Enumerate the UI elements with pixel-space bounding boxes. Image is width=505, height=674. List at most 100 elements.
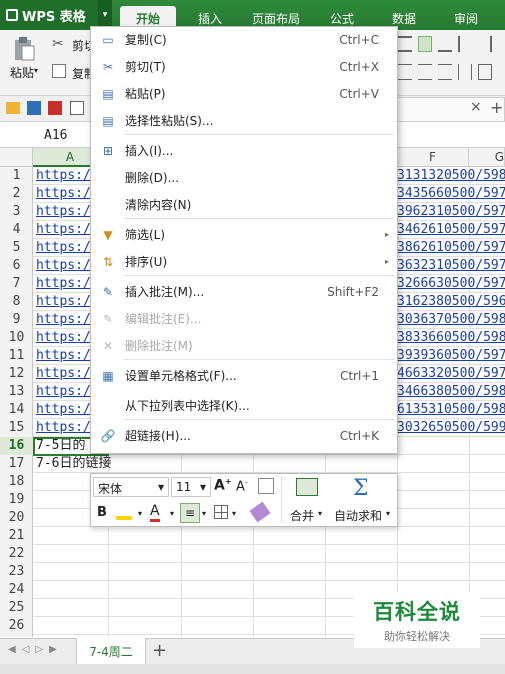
column-header-g[interactable]: G xyxy=(469,148,505,167)
menu-item[interactable]: ▤ 粘贴(P) Ctrl+V xyxy=(91,80,397,107)
font-name-select[interactable]: 宋体 ▾ xyxy=(93,477,169,497)
align-top-icon[interactable] xyxy=(398,36,412,52)
menu-item[interactable]: ⇅ 排序(U) ▸ xyxy=(91,248,397,275)
indent-decrease-icon[interactable] xyxy=(458,36,472,52)
select-all-corner[interactable] xyxy=(0,148,33,167)
distribute-icon[interactable] xyxy=(458,64,472,80)
cell-f[interactable]: 3032650500/599 xyxy=(397,419,505,437)
menu-item[interactable]: ▦ 设置单元格格式(F)... Ctrl+1 xyxy=(91,362,397,389)
row-header[interactable]: 6 xyxy=(0,257,33,275)
add-sheet-icon[interactable]: + xyxy=(152,640,167,661)
align-bottom-icon[interactable] xyxy=(438,36,452,52)
autosum-button[interactable]: 自动求和 xyxy=(334,507,382,524)
cell-a[interactable]: https:/ xyxy=(36,311,91,329)
print-icon[interactable] xyxy=(70,101,84,115)
cell-a[interactable]: https:/ xyxy=(36,383,91,401)
cell-f[interactable]: 3632310500/597 xyxy=(397,257,505,275)
sheet-tab[interactable]: 7-4周二 xyxy=(76,638,146,664)
row-header[interactable]: 1 xyxy=(0,167,33,185)
merge-button[interactable]: 合并 xyxy=(290,507,314,524)
chevron-down-icon[interactable]: ▾ xyxy=(318,509,322,518)
chevron-down-icon[interactable]: ▾ xyxy=(386,509,390,518)
row-header[interactable]: 23 xyxy=(0,563,33,581)
cell-f[interactable]: 3962310500/597 xyxy=(397,203,505,221)
row-header[interactable]: 8 xyxy=(0,293,33,311)
wrap-text-icon[interactable] xyxy=(478,64,492,80)
row-header[interactable]: 12 xyxy=(0,365,33,383)
cell-f[interactable]: 3466380500/598 xyxy=(397,383,505,401)
cell-a[interactable]: https:/ xyxy=(36,203,91,221)
column-header-f[interactable]: F xyxy=(397,148,469,167)
cell-a[interactable]: https:/ xyxy=(36,329,91,347)
cell-a[interactable]: https:/ xyxy=(36,419,91,437)
cell-a[interactable]: https:/ xyxy=(36,221,91,239)
font-size-select[interactable]: 11 ▾ xyxy=(171,477,211,497)
cell-a[interactable]: https:/ xyxy=(36,167,91,185)
row-header[interactable]: 5 xyxy=(0,239,33,257)
align-middle-icon[interactable] xyxy=(418,36,432,52)
row-header[interactable]: 2 xyxy=(0,185,33,203)
row-header[interactable]: 7 xyxy=(0,275,33,293)
document-tab[interactable] xyxy=(390,97,505,121)
align-center-icon[interactable]: ≡ xyxy=(180,503,200,523)
cell-f[interactable]: 3862610500/597 xyxy=(397,239,505,257)
row-header[interactable]: 16 xyxy=(0,437,33,455)
menu-item[interactable]: ▭ 复制(C) Ctrl+C xyxy=(91,26,397,53)
row-header[interactable]: 10 xyxy=(0,329,33,347)
cell-a[interactable]: https:/ xyxy=(36,275,91,293)
align-center-icon[interactable] xyxy=(418,64,432,80)
row-header[interactable]: 15 xyxy=(0,419,33,437)
plus-icon[interactable]: + xyxy=(490,98,503,117)
align-left-icon[interactable] xyxy=(398,64,412,80)
cell-f[interactable]: 3462610500/597 xyxy=(397,221,505,239)
menu-item[interactable]: 从下拉列表中选择(K)... xyxy=(91,392,397,419)
row-header[interactable]: 19 xyxy=(0,491,33,509)
row-header[interactable]: 4 xyxy=(0,221,33,239)
row-header[interactable]: 26 xyxy=(0,617,33,635)
cell-a[interactable]: https:/ xyxy=(36,293,91,311)
cell-f[interactable]: 6135310500/598 xyxy=(397,401,505,419)
menu-item[interactable]: ▤ 选择性粘贴(S)... xyxy=(91,107,397,134)
paste-icon[interactable] xyxy=(12,36,36,62)
save-icon[interactable] xyxy=(27,101,41,115)
row-header[interactable]: 17 xyxy=(0,455,33,473)
cell-a[interactable]: https:/ xyxy=(36,401,91,419)
menu-item[interactable]: 🔗 超链接(H)... Ctrl+K xyxy=(91,422,397,449)
chevron-down-icon[interactable]: ▾ xyxy=(170,509,174,518)
font-color-icon[interactable]: A xyxy=(150,503,160,522)
paste-button[interactable]: 粘贴 xyxy=(10,64,34,81)
copy-icon[interactable] xyxy=(52,64,66,78)
menu-item[interactable]: 清除内容(N) xyxy=(91,191,397,218)
merge-icon[interactable] xyxy=(296,478,318,496)
fill-color-icon[interactable] xyxy=(116,504,132,520)
menu-item[interactable]: ⊞ 插入(I)... xyxy=(91,137,397,164)
align-right-icon[interactable] xyxy=(438,64,452,80)
cell-a[interactable]: https:/ xyxy=(36,185,91,203)
row-header[interactable]: 14 xyxy=(0,401,33,419)
tab-review[interactable]: 审阅 xyxy=(438,6,494,30)
font-grow-icon[interactable]: A+ xyxy=(214,477,232,494)
cell-f[interactable]: 3266630500/597 xyxy=(397,275,505,293)
sheet-nav-icons[interactable]: ◀◁▷▶ xyxy=(8,644,63,655)
cell-a[interactable]: https:/ xyxy=(36,365,91,383)
chevron-down-icon[interactable]: ▾ xyxy=(202,509,206,518)
chevron-down-icon[interactable]: ▾ xyxy=(232,509,236,518)
scissors-icon[interactable]: ✂ xyxy=(52,36,64,52)
chevron-down-icon[interactable]: ▾ xyxy=(138,509,142,518)
cell-f[interactable]: 3162380500/596 xyxy=(397,293,505,311)
cell-a[interactable]: https:/ xyxy=(36,257,91,275)
row-header[interactable]: 24 xyxy=(0,581,33,599)
menu-item[interactable]: ▼ 筛选(L) ▸ xyxy=(91,221,397,248)
open-folder-icon[interactable] xyxy=(6,102,20,114)
row-header[interactable]: 22 xyxy=(0,545,33,563)
cell-f[interactable]: 3036370500/598 xyxy=(397,311,505,329)
cell-f[interactable]: 4663320500/597 xyxy=(397,365,505,383)
row-header[interactable]: 11 xyxy=(0,347,33,365)
cell-f[interactable]: 3131320500/598 xyxy=(397,167,505,185)
bold-icon[interactable]: B xyxy=(97,505,107,520)
font-shrink-icon[interactable]: A- xyxy=(236,478,248,494)
format-painter-box-icon[interactable] xyxy=(258,478,274,494)
name-box[interactable]: A16 xyxy=(0,124,90,148)
chevron-down-icon[interactable]: ▾ xyxy=(34,66,38,75)
borders-icon[interactable] xyxy=(214,505,228,519)
